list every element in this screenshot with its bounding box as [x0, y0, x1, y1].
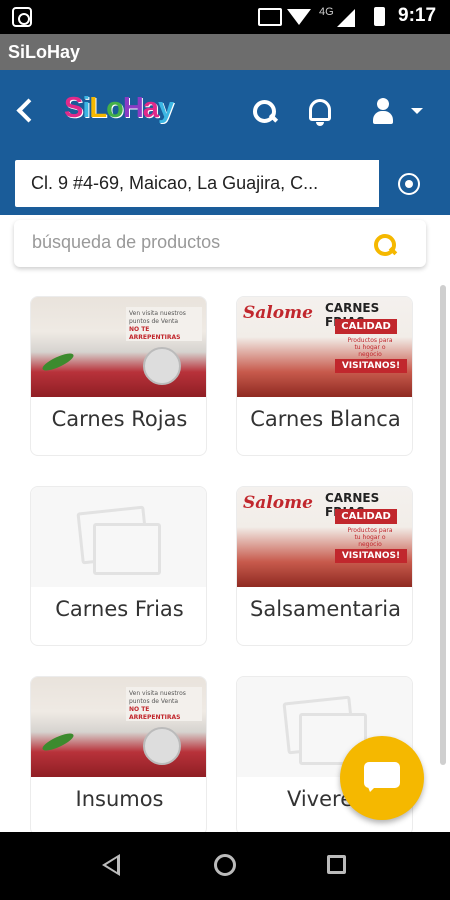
- nav-back-icon[interactable]: [102, 854, 120, 876]
- promo-brand: Salome: [243, 493, 313, 513]
- locate-button[interactable]: [379, 160, 437, 207]
- category-image: SalomeCARNES FRIASCALIDADProductos para …: [237, 487, 412, 587]
- app-title: SiLoHay: [8, 42, 81, 62]
- system-nav-bar: [0, 832, 450, 900]
- user-menu-button[interactable]: [370, 96, 426, 128]
- plate: [143, 347, 181, 385]
- chat-button[interactable]: [340, 736, 424, 820]
- back-button[interactable]: [10, 96, 40, 126]
- logo-letter: y: [157, 92, 174, 124]
- category-card[interactable]: SalomeCARNES FRIASCALIDADProductos para …: [236, 486, 413, 646]
- caret-down-icon: [411, 108, 423, 114]
- promo-cta: VISITANOS!: [335, 549, 407, 563]
- category-card[interactable]: Ven visita nuestros puntos de Venta NO TE…: [30, 676, 207, 836]
- bell-clapper: [316, 122, 324, 126]
- app-title-bar: SiLoHay: [0, 34, 450, 70]
- user-icon-body: [373, 111, 393, 124]
- chat-bubble-tail: [366, 782, 380, 792]
- address-field[interactable]: Cl. 9 #4-69, Maicao, La Guajira, C...: [13, 158, 437, 209]
- bell-icon: [309, 99, 331, 121]
- logo-letter: H: [122, 92, 144, 124]
- nav-home-icon[interactable]: [214, 854, 236, 876]
- notifications-icon[interactable]: [304, 96, 336, 128]
- promo-badge: CALIDAD: [335, 509, 397, 524]
- promo-cta: VISITANOS!: [335, 359, 407, 373]
- category-card[interactable]: Carnes Frias: [30, 486, 207, 646]
- nav-recents-icon[interactable]: [327, 855, 346, 874]
- tagline-highlight: NO TE ARREPENTIRAS: [129, 706, 181, 721]
- clock: 9:17: [398, 5, 437, 26]
- status-bar: 4G 9:17: [0, 0, 450, 34]
- promo-tagline: Ven visita nuestros puntos de Venta NO TE…: [126, 307, 202, 341]
- promo-subtitle: Productos para tu hogar o negocio: [347, 527, 393, 548]
- address-value[interactable]: Cl. 9 #4-69, Maicao, La Guajira, C...: [31, 173, 371, 194]
- herb-leaf: [40, 730, 76, 754]
- category-label: Carnes Rojas: [51, 407, 188, 431]
- category-card[interactable]: Ven visita nuestros puntos de Venta NO TE…: [30, 296, 207, 456]
- category-image: Ven visita nuestros puntos de Venta NO TE…: [31, 677, 206, 777]
- silohay-logo[interactable]: SiLoHay: [64, 92, 174, 125]
- cast-icon: [258, 8, 282, 26]
- promo-badge: CALIDAD: [335, 319, 397, 334]
- herb-leaf: [40, 350, 76, 374]
- notification-icon: [12, 7, 32, 27]
- category-label: Insumos: [75, 787, 164, 811]
- tagline-text: Ven visita nuestros puntos de Venta: [129, 310, 186, 325]
- logo-letter: a: [142, 92, 159, 124]
- promo-subtitle: Productos para tu hogar o negocio: [347, 337, 393, 358]
- category-label: Carnes Blanca: [250, 407, 401, 431]
- category-label: Salsamentaria: [250, 597, 401, 621]
- category-label: Carnes Frias: [55, 597, 184, 621]
- logo-letter: o: [106, 92, 124, 124]
- target-dot: [405, 180, 413, 188]
- tagline-highlight: NO TE ARREPENTIRAS: [129, 326, 181, 341]
- network-type: 4G: [319, 6, 334, 18]
- signal-icon: [337, 9, 355, 27]
- product-search-bar: [14, 220, 426, 267]
- product-search-input[interactable]: [32, 232, 352, 253]
- plate: [143, 727, 181, 765]
- logo-letter: S: [64, 92, 83, 124]
- category-image: Ven visita nuestros puntos de Venta NO TE…: [31, 297, 206, 397]
- scrollbar[interactable]: [440, 285, 446, 765]
- promo-tagline: Ven visita nuestros puntos de Venta NO TE…: [126, 687, 202, 721]
- search-icon[interactable]: [251, 98, 279, 126]
- category-image: [31, 487, 206, 587]
- tagline-text: Ven visita nuestros puntos de Venta: [129, 690, 186, 705]
- category-image: SalomeCARNES FRIASCALIDADProductos para …: [237, 297, 412, 397]
- wifi-icon: [287, 9, 311, 25]
- logo-letter: L: [89, 92, 107, 124]
- search-submit-icon[interactable]: [372, 232, 398, 258]
- category-card[interactable]: SalomeCARNES FRIASCALIDADProductos para …: [236, 296, 413, 456]
- user-icon: [377, 98, 389, 110]
- battery-icon: [374, 7, 385, 26]
- app-header: SiLoHay Cl. 9 #4-69, Maicao, La Guajira,…: [0, 70, 450, 215]
- promo-brand: Salome: [243, 303, 313, 323]
- image-placeholder-front: [93, 523, 161, 575]
